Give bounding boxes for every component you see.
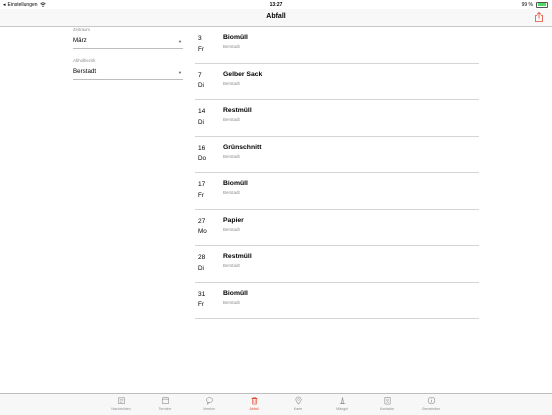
- tab-label: Vereine: [202, 406, 216, 411]
- info-icon: [427, 396, 435, 405]
- traffic-cone-icon: [339, 397, 345, 404]
- period-select[interactable]: Zeitraum März ▼: [73, 27, 183, 58]
- tab-label: Mängel: [336, 406, 348, 411]
- entry-title: Biomüll: [223, 289, 248, 297]
- entry-day: 28: [198, 254, 206, 261]
- status-time: 13:27: [269, 1, 283, 8]
- tab-kontakte[interactable]: Kontakte: [365, 396, 409, 411]
- entry-title: Gelber Sack: [223, 70, 263, 78]
- entry-title: Biomüll: [223, 180, 248, 187]
- list-item[interactable]: 17 Fr Biomüll Berstadt: [195, 173, 479, 210]
- entry-location: Berstadt: [223, 117, 240, 122]
- entry-day: 7: [198, 71, 202, 79]
- entry-title: Papier: [223, 216, 244, 224]
- list-item[interactable]: 27 Mo Papier Berstadt: [195, 210, 479, 246]
- period-value: März: [73, 37, 87, 44]
- tab-vereine[interactable]: Vereine: [187, 396, 231, 411]
- list-item[interactable]: 28 Di Restmüll Berstadt: [195, 246, 479, 283]
- entry-weekday: Fr: [198, 191, 204, 199]
- district-select[interactable]: Abholbezirk Berstadt ▼: [73, 58, 183, 89]
- battery-level: [537, 3, 547, 6]
- trash-icon: [250, 397, 258, 405]
- battery-percent: 99 %: [521, 1, 533, 8]
- chevron-down-icon: ▼: [178, 70, 182, 75]
- status-right: 99 %: [521, 1, 548, 8]
- tab-nachrichten[interactable]: Nachrichten: [99, 396, 143, 411]
- tab-label: Nachrichten: [111, 406, 131, 411]
- tab-termine[interactable]: Termine: [143, 396, 187, 411]
- divider: [73, 48, 183, 49]
- entry-day: 3: [198, 35, 202, 42]
- newspaper-icon: [117, 397, 125, 404]
- entry-day: 27: [198, 217, 206, 225]
- entry-location: Berstadt: [223, 80, 240, 86]
- entry-title: Restmüll: [223, 107, 252, 114]
- status-bar: ◂ Einstellungen 13:27 99 %: [0, 0, 552, 9]
- contacts-icon: [384, 397, 390, 405]
- battery-icon: [536, 1, 548, 8]
- entry-weekday: Di: [198, 264, 204, 272]
- entry-title: Biomüll: [223, 34, 248, 41]
- tab-karte[interactable]: Karte: [276, 396, 320, 411]
- tab-label: Karte: [293, 406, 303, 411]
- filter-panel: Zeitraum März ▼ Abholbezirk Berstadt ▼: [73, 27, 183, 89]
- entry-weekday: Fr: [198, 301, 204, 308]
- district-value: Berstadt: [73, 68, 97, 75]
- list-item[interactable]: 16 Do Grünschnitt Berstadt: [195, 137, 479, 173]
- entry-location: Berstadt: [223, 299, 240, 305]
- tab-abfall[interactable]: Abfall: [232, 396, 276, 411]
- list-item[interactable]: 31 Fr Biomüll Berstadt: [195, 283, 479, 319]
- entry-title: Grünschnitt: [223, 143, 262, 151]
- tab-label: Termine: [158, 406, 172, 411]
- calendar-icon: [161, 396, 169, 404]
- entry-weekday: Do: [198, 155, 207, 162]
- entry-day: 31: [198, 290, 206, 298]
- entry-weekday: Mo: [198, 228, 207, 235]
- tab-m-ngel[interactable]: Mängel: [320, 396, 364, 411]
- tab-bar: Nachrichten Termine Vereine Abfall Karte Mäng…: [0, 393, 552, 415]
- entry-location: Berstadt: [223, 263, 240, 268]
- page-title: Abfall: [266, 13, 286, 20]
- divider: [73, 79, 183, 80]
- tab-label: Abfall: [249, 406, 259, 411]
- entry-location: Berstadt: [223, 226, 240, 232]
- list-item[interactable]: 7 Di Gelber Sack Berstadt: [195, 64, 479, 100]
- period-label: Zeitraum: [73, 27, 90, 32]
- tab-label: Kontakte: [379, 406, 395, 411]
- entry-weekday: Fr: [198, 45, 204, 53]
- map-pin-icon: [295, 396, 301, 405]
- entry-location: Berstadt: [223, 44, 240, 49]
- tab-gemeinden[interactable]: Gemeinden: [409, 396, 453, 411]
- district-label: Abholbezirk: [73, 58, 96, 63]
- speech-bubble-icon: [205, 397, 213, 405]
- chevron-down-icon: ▼: [178, 39, 182, 44]
- list-item[interactable]: 3 Fr Biomüll Berstadt: [195, 27, 479, 64]
- entry-weekday: Di: [198, 82, 204, 89]
- entry-location: Berstadt: [223, 190, 240, 195]
- entry-day: 14: [198, 108, 206, 115]
- entry-weekday: Di: [198, 118, 204, 126]
- tab-label: Gemeinden: [421, 406, 441, 411]
- entry-day: 17: [198, 181, 206, 188]
- entry-day: 16: [198, 144, 206, 152]
- navigation-bar: Abfall: [0, 9, 552, 27]
- entry-location: Berstadt: [223, 153, 240, 159]
- entry-title: Restmüll: [223, 253, 252, 260]
- list-item[interactable]: 14 Di Restmüll Berstadt: [195, 100, 479, 137]
- pickup-list: 3 Fr Biomüll Berstadt 7 Di Gelber Sack Berstadt…: [195, 27, 479, 319]
- share-icon[interactable]: [533, 11, 545, 23]
